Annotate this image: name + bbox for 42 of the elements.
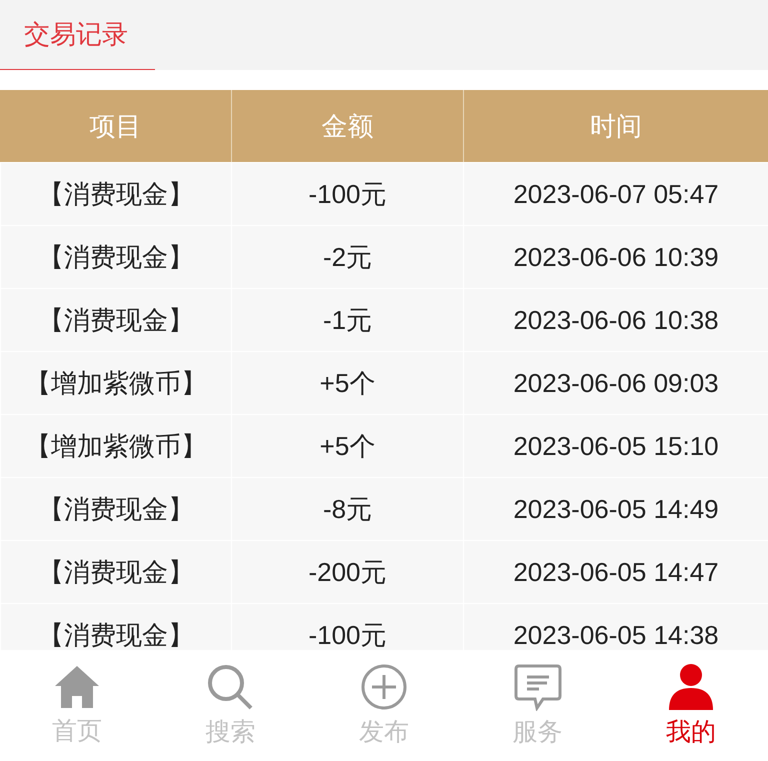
search-icon [206,663,254,711]
nav-item[interactable]: 我的 [641,663,742,748]
table-cell: -2元 [231,225,463,288]
table-cell: 2023-06-06 10:38 [463,288,768,351]
nav-item[interactable]: 搜索 [180,663,280,748]
table-cell: 【增加紫微币】 [0,351,231,414]
nav-item[interactable]: 服务 [488,663,588,748]
table-cell: 【消费现金】 [0,162,231,225]
table-cell: 2023-06-06 10:39 [463,225,768,288]
column-header: 时间 [463,90,768,162]
table-cell: +5个 [231,414,463,477]
nav-label: 搜索 [205,717,256,748]
table-cell: 【消费现金】 [0,225,231,288]
table-cell: 2023-06-07 05:47 [463,162,768,225]
table-cell: -100元 [231,603,463,650]
table-cell: 2023-06-05 15:10 [463,414,768,477]
table-cell: 2023-06-06 09:03 [463,351,768,414]
nav-label: 我的 [666,717,716,748]
plus-circle-icon [360,663,408,711]
table-cell: 2023-06-05 14:47 [463,540,768,603]
column-header: 金额 [231,90,463,162]
table-cell: 【增加紫微币】 [0,414,231,477]
table-cell: 【消费现金】 [0,477,231,540]
table-cell: -8元 [231,477,463,540]
table-cell: -200元 [231,540,463,603]
table-cell: 2023-06-05 14:49 [463,477,768,540]
table-cell: -1元 [231,288,463,351]
nav-label: 发布 [358,717,409,748]
table-cell: -100元 [231,162,463,225]
nav-item[interactable]: 发布 [334,663,434,748]
nav-item[interactable]: 首页 [26,664,127,747]
column-header: 项目 [0,90,231,162]
table-cell: 【消费现金】 [0,540,231,603]
nav-label: 服务 [512,717,563,748]
table-cell: 【消费现金】 [0,288,231,351]
nav-label: 首页 [52,716,102,747]
table-cell: 2023-06-05 14:38 [463,603,768,650]
table-cell: 【消费现金】 [0,603,231,650]
user-icon [667,663,716,711]
table-cell: +5个 [231,351,463,414]
home-icon [52,664,101,710]
message-icon [512,663,563,711]
